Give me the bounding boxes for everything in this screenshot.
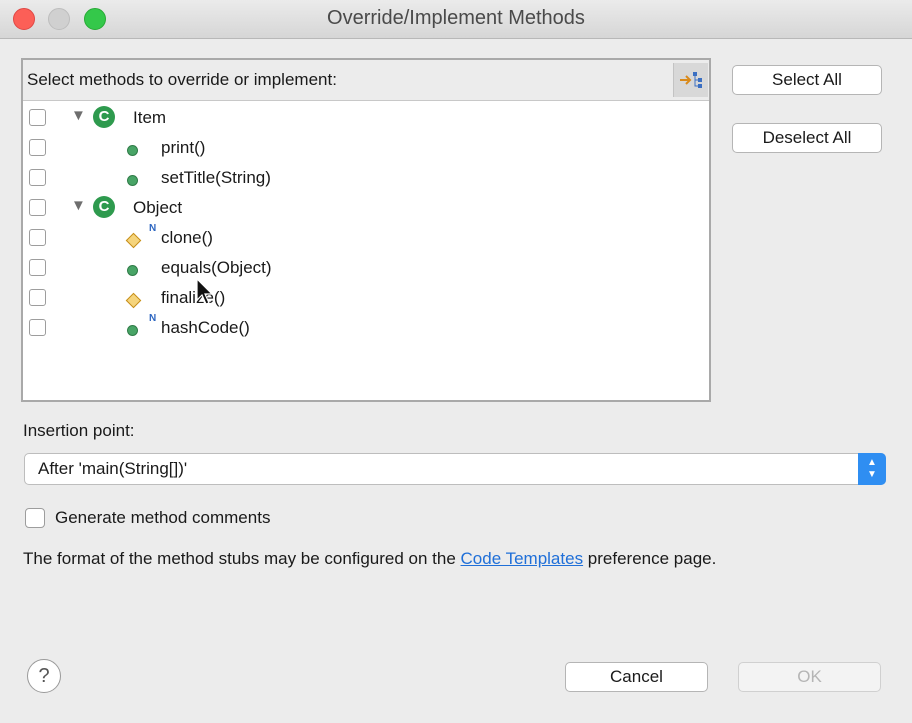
code-templates-link[interactable]: Code Templates	[461, 549, 584, 568]
methods-tree[interactable]: Select methods to override or implement:…	[21, 58, 711, 402]
sort-hierarchy-icon	[680, 72, 702, 88]
tree-method-row[interactable]: equals(Object)	[23, 254, 709, 284]
window-title: Override/Implement Methods	[327, 7, 585, 29]
method-label: clone()	[161, 228, 213, 247]
insertion-point-select[interactable]: After 'main(String[])' ▲ ▼	[24, 453, 886, 485]
generate-comments-checkbox[interactable]	[25, 508, 45, 528]
class-label: Item	[133, 108, 167, 127]
generate-comments-label: Generate method comments	[55, 508, 271, 527]
public-method-icon	[127, 175, 138, 186]
method-label: print()	[161, 138, 206, 157]
ok-button: OK	[738, 662, 881, 692]
expand-triangle-icon[interactable]: ▼	[71, 197, 86, 214]
row-checkbox[interactable]	[29, 169, 46, 186]
row-checkbox[interactable]	[29, 289, 46, 306]
tree-class-row[interactable]: ▼ C Object	[23, 194, 709, 224]
deselect-all-button[interactable]: Deselect All	[732, 123, 882, 153]
select-all-button[interactable]: Select All	[732, 65, 882, 95]
mouse-pointer-icon	[196, 278, 214, 305]
public-method-icon	[127, 265, 138, 276]
row-checkbox[interactable]	[29, 229, 46, 246]
tree-class-row[interactable]: ▼ C Item	[23, 104, 709, 134]
tree-method-row[interactable]: Nclone()	[23, 223, 709, 254]
tree-method-row[interactable]: setTitle(String)	[23, 164, 709, 194]
tree-header: Select methods to override or implement:	[23, 60, 709, 101]
updown-chevron-icon: ▲ ▼	[858, 453, 886, 485]
public-method-icon	[127, 325, 138, 336]
info-text: The format of the method stubs may be co…	[23, 549, 716, 569]
tree-method-row[interactable]: NhashCode()	[23, 313, 709, 344]
sort-by-type-button[interactable]	[673, 63, 708, 97]
tree-method-row[interactable]: finalize()	[23, 284, 709, 314]
protected-method-icon	[125, 232, 142, 249]
tree-rows: ▼ C Item print() setTitle(String) ▼ C Object Ncl…	[23, 104, 709, 344]
class-label: Object	[133, 198, 183, 217]
expand-triangle-icon[interactable]: ▼	[71, 107, 86, 124]
row-checkbox[interactable]	[29, 109, 46, 126]
info-text-before: The format of the method stubs may be co…	[23, 549, 461, 568]
public-method-icon	[127, 145, 138, 156]
class-icon: C	[93, 196, 115, 218]
class-icon: C	[93, 106, 115, 128]
help-button[interactable]: ?	[27, 659, 61, 693]
row-checkbox[interactable]	[29, 199, 46, 216]
row-checkbox[interactable]	[29, 259, 46, 276]
method-label: equals(Object)	[161, 258, 272, 277]
insertion-point-label: Insertion point:	[23, 421, 135, 440]
row-checkbox[interactable]	[29, 139, 46, 156]
cancel-button[interactable]: Cancel	[565, 662, 708, 692]
info-text-after: preference page.	[583, 549, 717, 568]
tree-header-label: Select methods to override or implement:	[27, 70, 337, 89]
method-label: hashCode()	[161, 318, 250, 337]
row-checkbox[interactable]	[29, 319, 46, 336]
method-label: setTitle(String)	[161, 168, 271, 187]
protected-method-icon	[125, 292, 142, 309]
tree-method-row[interactable]: print()	[23, 134, 709, 164]
insertion-point-value: After 'main(String[])'	[38, 459, 188, 478]
native-marker: N	[149, 223, 157, 234]
title-bar: Override/Implement Methods	[0, 0, 912, 39]
native-marker: N	[149, 313, 157, 324]
